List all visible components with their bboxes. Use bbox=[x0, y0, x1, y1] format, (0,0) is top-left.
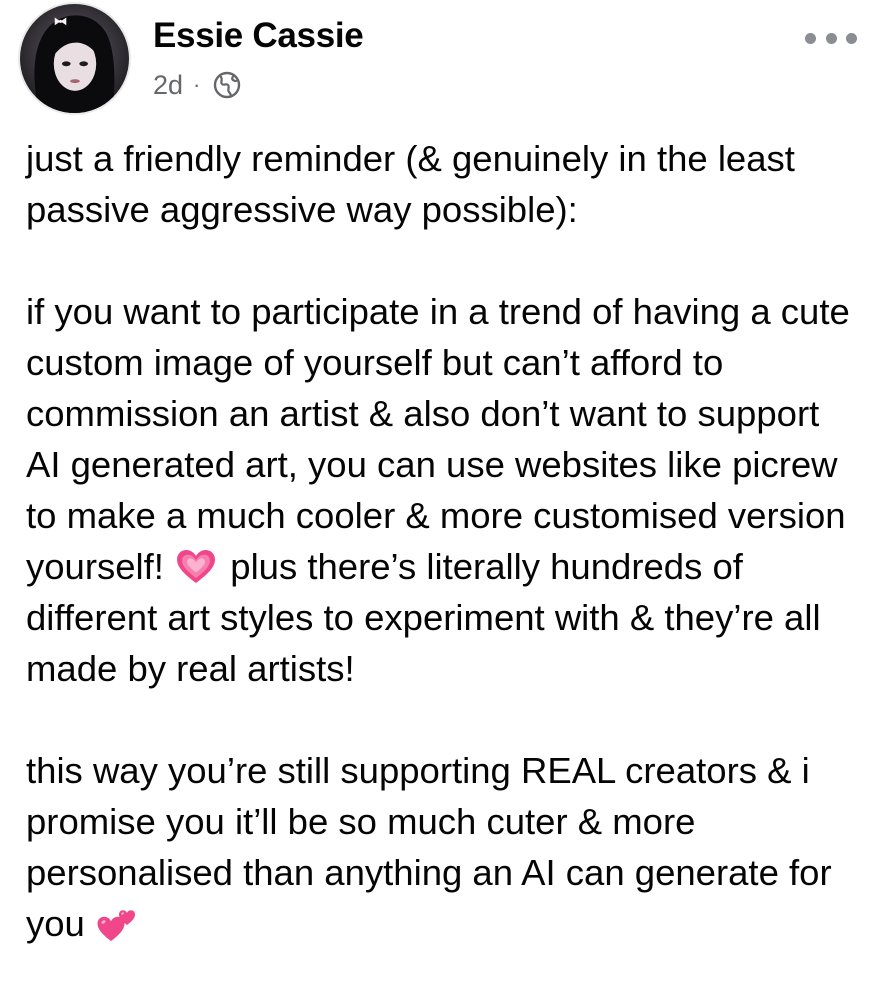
post-meta: 2d · bbox=[153, 68, 242, 102]
paragraph-text: this way you’re still supporting REAL cr… bbox=[26, 750, 832, 944]
more-dot bbox=[805, 32, 816, 44]
post-text: just a friendly reminder (& genuinely in… bbox=[26, 133, 861, 949]
post-timestamp[interactable]: 2d bbox=[153, 70, 183, 101]
globe-icon bbox=[212, 70, 242, 100]
post-paragraph: this way you’re still supporting REAL cr… bbox=[26, 745, 861, 949]
two-hearts-emoji bbox=[97, 904, 137, 941]
avatar-photo bbox=[20, 4, 129, 113]
more-dot bbox=[825, 32, 837, 44]
more-options-icon[interactable] bbox=[805, 24, 857, 52]
growing-heart-emoji bbox=[176, 547, 216, 583]
facebook-post: Essie Cassie 2d · just a friendly remind… bbox=[0, 0, 870, 1000]
avatar[interactable] bbox=[18, 2, 131, 115]
paragraph-text: if you want to participate in a trend of… bbox=[26, 291, 850, 587]
post-paragraph: just a friendly reminder (& genuinely in… bbox=[26, 138, 795, 230]
author-name[interactable]: Essie Cassie bbox=[153, 16, 364, 56]
more-dot bbox=[846, 32, 857, 44]
meta-separator: · bbox=[193, 72, 201, 97]
post-paragraph: if you want to participate in a trend of… bbox=[26, 286, 861, 694]
